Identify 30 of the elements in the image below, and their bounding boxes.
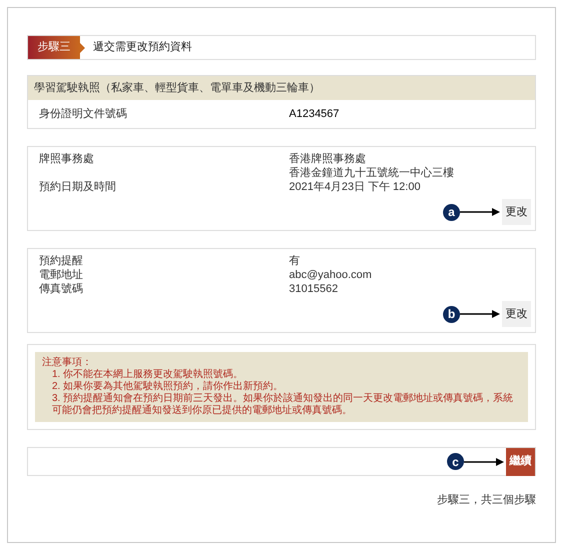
field-value: A1234567 [289,106,340,122]
arrow-icon [460,208,500,216]
field-value: 香港金鐘道九十五號統一中心三樓 [289,166,454,180]
field-label: 電郵地址 [39,269,83,281]
change-button[interactable]: 更改 [502,301,531,327]
callout-marker: c [447,453,464,470]
field-value: 2021年4月23日 下午 12:00 [289,180,420,194]
field-value: 有 [289,254,300,268]
field-label: 預約日期及時間 [39,181,116,193]
licence-heading: 學習駕駛執照（私家車、輕型貨車、電單車及機動三輪車） [28,76,535,100]
note-item: 1. 你不能在本網上服務更改駕駛執照號碼。 [51,369,244,380]
step-badge: 步驟三 [28,36,80,59]
field-label: 牌照事務處 [39,153,94,165]
note-item: 2. 如果你要為其他駕駛執照預約，請你作出新預約。 [51,381,284,392]
field-label: 身份證明文件號碼 [39,106,128,122]
field-value: abc@yahoo.com [289,268,372,282]
field-value: 31015562 [289,282,338,296]
callout-marker: b [443,306,460,322]
step-progress-text: 步驟三，共三個步驟 [437,493,536,508]
arrow-icon [460,310,500,318]
notes-title: 注意事項： [42,357,93,368]
field-label: 預約提醒 [39,255,83,267]
arrow-icon [464,458,504,466]
note-item: 3. 預約提醒通知會在預約日期前三天發出。如果你於該通知發出的同一天更改電郵地址或傳真號碼，系統可能仍會把預約提醒通知發送到你原已提供的電郵地址或傳真號碼。 [51,393,514,417]
continue-button[interactable]: 繼續 [506,448,535,476]
field-value: 香港牌照事務處 [289,152,366,166]
change-button[interactable]: 更改 [502,199,531,225]
callout-marker: a [443,204,460,220]
field-label: 傳真號碼 [39,283,83,295]
step-title: 遞交需更改預約資料 [93,40,192,56]
